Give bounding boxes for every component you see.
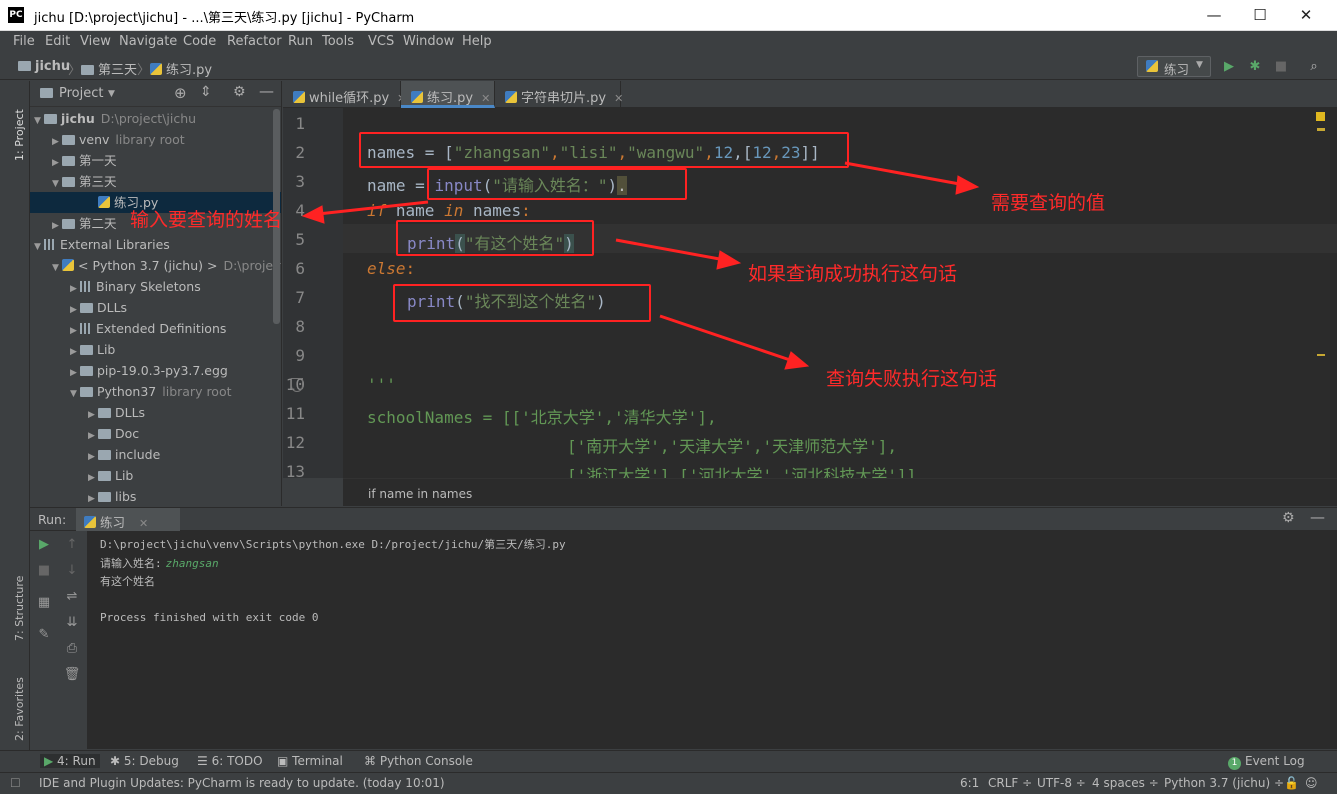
tool-tab-terminal[interactable]: ▣ Terminal	[277, 754, 343, 768]
run-tab-practice[interactable]: 练习 ✕	[76, 508, 180, 531]
arrowhead-icon	[784, 351, 810, 370]
python-console-icon: ⌘	[364, 754, 380, 768]
soft-wrap-icon[interactable]: ⇌	[58, 589, 86, 604]
close-tab-icon[interactable]: ✕	[139, 517, 148, 530]
scroll-to-end-icon[interactable]: ⇊	[58, 615, 86, 630]
console-user-input: zhangsan	[165, 557, 219, 570]
console-prompt-line: 请输入姓名: zhangsan	[100, 557, 219, 570]
status-bar: ☐ IDE and Plugin Updates: PyCharm is rea…	[0, 772, 1337, 794]
event-log-badge: 1	[1228, 757, 1241, 770]
stop-icon[interactable]: ■	[30, 563, 58, 578]
annotation-label-input: 输入要查询的姓名	[130, 209, 283, 231]
annotation-arrow	[317, 200, 429, 216]
arrowhead-icon	[716, 250, 742, 270]
status-toggle-icon[interactable]: ☐	[10, 776, 21, 790]
status-interpreter[interactable]: Python 3.7 (jichu) ÷	[1164, 776, 1284, 790]
tool-window-bar: ▶ 4: Run ✱ 5: Debug ☰ 6: TODO ▣ Terminal…	[0, 750, 1337, 772]
inspector-icon[interactable]: ☺	[1305, 776, 1318, 790]
gear-icon[interactable]: ⚙	[1282, 510, 1295, 526]
tool-tab-run[interactable]: ▶ 4: Run	[40, 754, 100, 768]
console-output-line: 有这个姓名	[100, 575, 155, 588]
arrowhead-icon	[955, 175, 980, 195]
debug-icon: ✱	[110, 754, 124, 768]
lock-icon[interactable]: 🔓	[1284, 776, 1299, 790]
console-command-line: D:\project\jichu\venv\Scripts\python.exe…	[100, 538, 566, 551]
annotation-arrow	[615, 238, 726, 262]
run-panel-label: Run:	[38, 512, 67, 527]
layout-icon[interactable]: ▦	[30, 595, 58, 610]
tool-tab-debug[interactable]: ✱ 5: Debug	[110, 754, 179, 768]
run-toolbar: ▶ ■ ▦ ✎	[30, 531, 58, 749]
annotation-label-value: 需要查询的值	[991, 192, 1106, 214]
annotation-arrow	[844, 161, 966, 187]
todo-icon: ☰	[197, 754, 212, 768]
annotation-arrow	[659, 314, 794, 363]
annotation-label-fail: 查询失败执行这句话	[826, 368, 998, 390]
event-log-button[interactable]: 1 Event Log	[1228, 754, 1305, 770]
pin-icon[interactable]: ✎	[30, 627, 58, 642]
status-line-separator[interactable]: CRLF ÷	[988, 776, 1032, 790]
console-exit-line: Process finished with exit code 0	[100, 611, 319, 624]
python-file-icon	[84, 516, 96, 528]
status-encoding[interactable]: UTF-8 ÷	[1037, 776, 1086, 790]
print-icon[interactable]: ⎙	[58, 641, 86, 656]
arrowhead-icon	[301, 205, 325, 224]
run-panel-header: Run: 练习 ✕ ⚙ —	[30, 507, 1337, 531]
tool-tab-python-console[interactable]: ⌘ Python Console	[364, 754, 473, 768]
down-arrow-icon[interactable]: ↓	[58, 563, 86, 578]
status-indent[interactable]: 4 spaces ÷	[1092, 776, 1159, 790]
tool-tab-todo[interactable]: ☰ 6: TODO	[197, 754, 263, 768]
run-icon: ▶	[44, 754, 58, 768]
status-caret-position[interactable]: 6:1	[960, 776, 979, 790]
desktop-strip	[0, 794, 1337, 801]
annotation-label-success: 如果查询成功执行这句话	[748, 263, 958, 285]
hide-icon[interactable]: —	[1310, 508, 1325, 526]
trash-icon[interactable]: 🗑	[58, 667, 86, 682]
rerun-icon[interactable]: ▶	[30, 537, 58, 552]
run-toolbar-secondary: ↑ ↓ ⇌ ⇊ ⎙ 🗑	[58, 531, 88, 749]
run-console[interactable]: D:\project\jichu\venv\Scripts\python.exe…	[88, 531, 1337, 749]
terminal-icon: ▣	[277, 754, 293, 768]
up-arrow-icon[interactable]: ↑	[58, 537, 86, 552]
status-message[interactable]: IDE and Plugin Updates: PyCharm is ready…	[39, 776, 445, 790]
